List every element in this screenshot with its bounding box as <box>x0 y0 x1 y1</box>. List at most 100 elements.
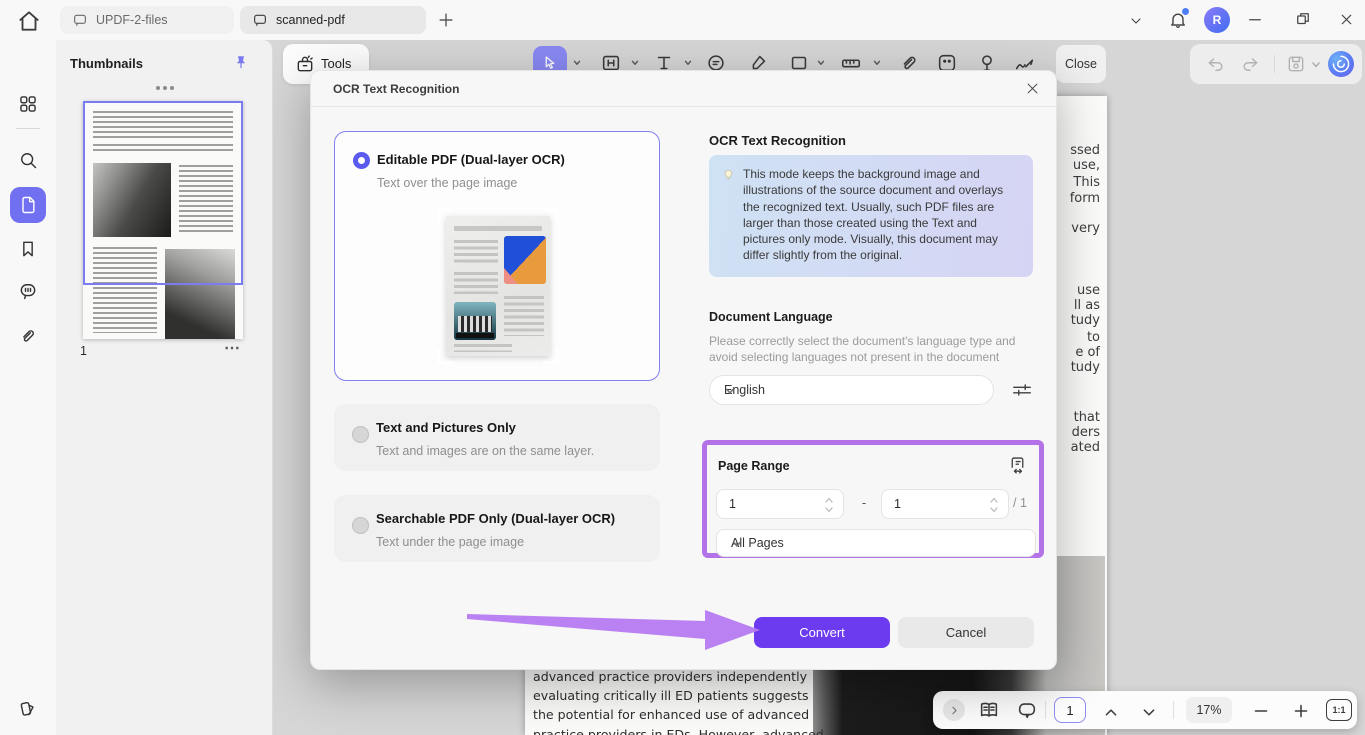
notification-bell-icon[interactable] <box>1168 10 1188 30</box>
radio-unselected[interactable] <box>352 426 369 443</box>
close-window-icon[interactable] <box>1338 11 1355 28</box>
illustration-image <box>504 236 546 284</box>
text-fragment: use <box>1077 283 1100 298</box>
page-up-icon[interactable] <box>1100 701 1122 723</box>
bookmark-icon[interactable] <box>18 239 38 259</box>
page-range-icon[interactable] <box>1007 455 1028 476</box>
text-fragment: tudy <box>1071 360 1100 375</box>
more-menu-icon[interactable]: ⋯ <box>224 338 241 358</box>
chevron-down-icon[interactable] <box>630 58 640 68</box>
home-icon[interactable] <box>16 8 42 32</box>
document-paragraph: advanced practice providers independentl… <box>533 669 793 735</box>
option-text-pictures-only[interactable]: Text and Pictures Only Text and images a… <box>334 404 660 471</box>
chevron-down-icon[interactable] <box>683 58 693 68</box>
page-down-icon[interactable] <box>1138 701 1160 723</box>
search-icon[interactable] <box>18 150 38 170</box>
comment-icon[interactable] <box>18 281 38 301</box>
text-fragment: tudy <box>1071 313 1100 328</box>
title-bar: UPDF-2-files scanned-pdf R <box>0 0 1365 40</box>
quick-actions-bar <box>1190 44 1362 84</box>
page-icon <box>18 195 38 215</box>
ocr-illustration <box>435 208 561 364</box>
panel-heading: OCR Text Recognition <box>709 133 846 148</box>
drag-handle-icon[interactable] <box>156 86 160 90</box>
text-fragment: that <box>1074 410 1100 425</box>
pin-icon[interactable] <box>232 54 250 74</box>
maximize-icon[interactable] <box>1294 10 1312 28</box>
avatar[interactable]: R <box>1204 7 1230 33</box>
option-subtitle: Text and images are on the same layer. <box>376 444 594 458</box>
illustration-image <box>454 302 496 340</box>
info-box: This mode keeps the background image and… <box>709 155 1033 277</box>
expand-icon[interactable] <box>943 699 965 721</box>
option-searchable-pdf[interactable]: Searchable PDF Only (Dual-layer OCR) Tex… <box>334 495 660 562</box>
statusbar-divider <box>1045 701 1046 719</box>
chevron-down-icon[interactable] <box>872 58 882 68</box>
page-to-input[interactable] <box>894 490 974 518</box>
page-number-input[interactable]: 1 <box>1054 697 1086 723</box>
option-editable-pdf[interactable]: Editable PDF (Dual-layer OCR) Text over … <box>334 131 660 381</box>
zoom-in-icon[interactable] <box>1290 700 1312 722</box>
lightbulb-icon <box>721 167 736 182</box>
status-bar: 1 17% 1:1 <box>933 691 1357 729</box>
presenter-icon[interactable] <box>1016 699 1038 721</box>
sidebar-item-thumbnails[interactable] <box>10 187 46 223</box>
tab-label: UPDF-2-files <box>96 13 168 27</box>
dialog-close-icon[interactable] <box>1025 81 1040 96</box>
language-settings-icon[interactable] <box>1011 379 1033 401</box>
document-line: evaluating critically ill ED patients su… <box>533 688 793 707</box>
radio-selected[interactable] <box>353 152 370 169</box>
redo-icon[interactable] <box>1240 54 1260 74</box>
viewport-indicator[interactable] <box>83 101 243 285</box>
tab-file-icon <box>252 12 268 28</box>
grid-icon[interactable] <box>18 94 38 114</box>
tools-label: Tools <box>321 56 351 71</box>
radio-unselected[interactable] <box>352 517 369 534</box>
dialog-title: OCR Text Recognition <box>333 82 459 96</box>
page-from-input[interactable] <box>729 490 809 518</box>
zoom-level[interactable]: 17% <box>1186 697 1232 723</box>
text-fragment: ders <box>1072 425 1100 440</box>
language-label: Document Language <box>709 310 833 324</box>
tab-updf-2-files[interactable]: UPDF-2-files <box>60 6 234 34</box>
info-text: This mode keeps the background image and… <box>743 166 1021 264</box>
actual-size-icon[interactable]: 1:1 <box>1326 699 1352 721</box>
chevron-down-icon[interactable] <box>1310 59 1322 79</box>
zoom-out-icon[interactable] <box>1250 700 1272 722</box>
chevron-down-icon[interactable] <box>1128 13 1144 29</box>
illustration-page <box>446 216 550 356</box>
page-from-field[interactable] <box>716 489 844 519</box>
option-title: Text and Pictures Only <box>376 420 516 435</box>
save-icon[interactable] <box>1286 54 1306 74</box>
convert-button[interactable]: Convert <box>754 617 890 648</box>
tab-label: scanned-pdf <box>276 13 345 27</box>
thumbnails-panel: Thumbnails 1 ⋯ <box>56 40 273 735</box>
close-toolbar-button[interactable]: Close <box>1056 45 1106 83</box>
theme-icon[interactable] <box>18 698 38 718</box>
chevron-down-icon[interactable] <box>572 58 582 68</box>
all-pages-select[interactable]: All Pages <box>716 529 1036 557</box>
attachment-icon[interactable] <box>18 326 38 346</box>
page-range-group: Page Range - / 1 All Pages <box>702 440 1044 558</box>
language-hint: Please correctly select the document's l… <box>709 333 1033 365</box>
tab-scanned-pdf[interactable]: scanned-pdf <box>240 6 426 34</box>
ai-assistant-icon[interactable] <box>1328 51 1354 77</box>
minimize-icon[interactable] <box>1246 10 1264 28</box>
undo-icon[interactable] <box>1206 54 1226 74</box>
new-tab-icon[interactable] <box>436 10 456 30</box>
stepper-icons[interactable] <box>824 494 834 516</box>
page-number-label: 1 <box>80 344 87 358</box>
document-line: advanced practice providers independentl… <box>533 669 793 688</box>
cancel-button[interactable]: Cancel <box>898 617 1034 648</box>
text-fragment: e of <box>1075 345 1100 360</box>
page-to-field[interactable] <box>881 489 1009 519</box>
page-thumbnail[interactable] <box>83 101 243 339</box>
chevron-down-icon <box>731 538 743 550</box>
chevron-down-icon[interactable] <box>816 58 826 68</box>
document-line: practice providers in EDs. However, adva… <box>533 727 793 735</box>
language-select[interactable]: English <box>709 375 994 405</box>
stepper-icons[interactable] <box>989 494 999 516</box>
tab-file-icon <box>72 12 88 28</box>
dialog-header: OCR Text Recognition <box>311 71 1056 107</box>
book-view-icon[interactable] <box>978 699 1000 721</box>
